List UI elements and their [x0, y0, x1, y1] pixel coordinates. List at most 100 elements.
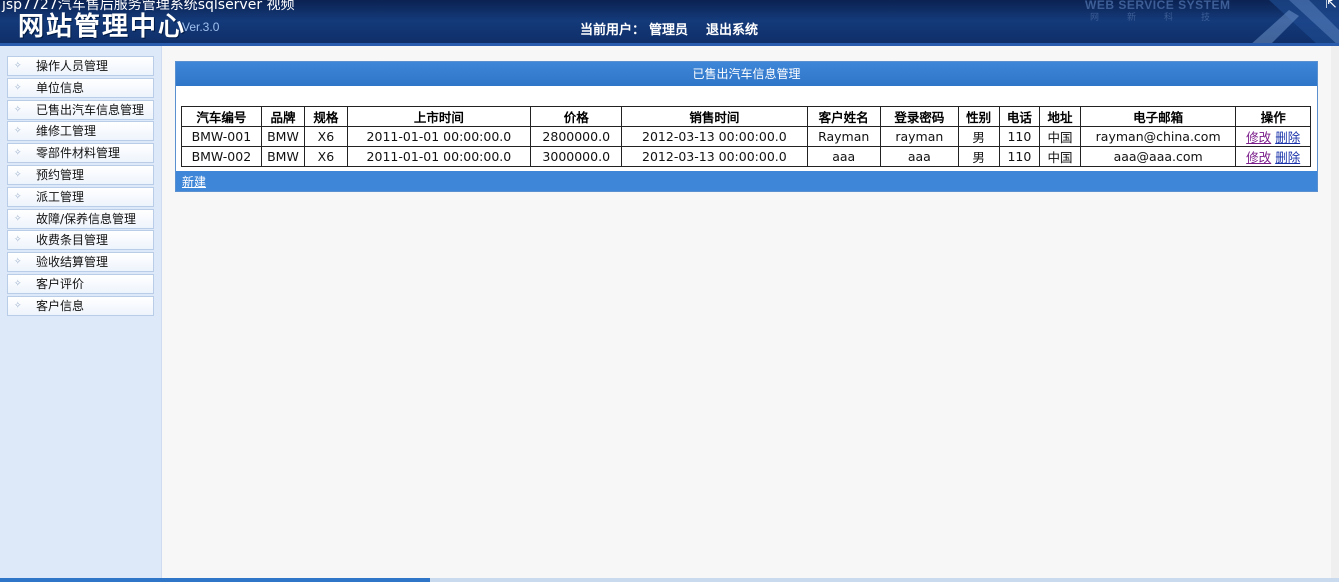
sidebar-item[interactable]: ✧ 收费条目管理: [7, 230, 154, 251]
sidebar-item[interactable]: ✧ 单位信息: [7, 77, 154, 98]
bullet-icon: ✧: [14, 61, 22, 71]
actions-cell: 修改 删除: [1235, 126, 1311, 147]
table-cell: X6: [304, 126, 348, 147]
user-area: 当前用户： 管理员 退出系统: [580, 19, 758, 38]
bullet-icon: ✧: [14, 82, 22, 93]
main-content: 已售出汽车信息管理 汽车编号 品牌 规格 上市时间 价格 销售时间 客户姓名 登录密码 性别 电话…: [175, 61, 1318, 192]
table-cell: aaa: [879, 146, 959, 167]
column-header: 销售时间: [621, 106, 808, 127]
window-resize-icon[interactable]: ⇱: [1325, 0, 1337, 12]
panel-title: 已售出汽车信息管理: [176, 62, 1317, 86]
table-cell: rayman: [879, 126, 959, 147]
table-cell: 男: [957, 126, 1000, 147]
table-cell: 2800000.0: [530, 126, 623, 147]
sidebar-item-label: 操作人员管理: [36, 59, 109, 73]
table-cell: BMW: [260, 146, 306, 167]
sidebar-item[interactable]: ✧ 派工管理: [7, 186, 154, 207]
sidebar-item-label: 客户信息: [36, 298, 85, 313]
column-header: 规格: [304, 106, 348, 127]
sidebar-item-label: 故障/保养信息管理: [36, 211, 137, 226]
table-cell: 2012-03-13 00:00:00.0: [621, 126, 808, 147]
sidebar: ✧ 操作人员管理 ✧ 单位信息 ✧ 已售出汽车信息管理 ✧ 维修工管理 ✧ 零部件材料管理 ✧ 预约管…: [0, 46, 162, 582]
sidebar-item[interactable]: ✧ 已售出汽车信息管理: [7, 99, 154, 120]
version-label: Ver.3.0: [182, 20, 220, 34]
bullet-icon: ✧: [14, 104, 22, 115]
sidebar-item[interactable]: ✧ 客户信息: [7, 295, 154, 316]
table-cell: 3000000.0: [530, 146, 623, 167]
table-cell: aaa@aaa.com: [1079, 146, 1237, 167]
sidebar-item[interactable]: ✧ 验收结算管理: [7, 252, 154, 273]
column-header: 汽车编号: [181, 106, 262, 127]
sidebar-menu: ✧ 操作人员管理 ✧ 单位信息 ✧ 已售出汽车信息管理 ✧ 维修工管理 ✧ 零部件材料管理 ✧ 预约管…: [7, 56, 154, 318]
top-header: jsp7727汽车售后服务管理系统sqlserver 视频 网站管理中心 Ver…: [0, 0, 1339, 46]
sidebar-item-label: 零部件材料管理: [36, 146, 121, 161]
bottom-bar: [0, 578, 1339, 582]
sidebar-item[interactable]: ✧ 预约管理: [7, 164, 154, 185]
table-row: BMW-002 BMW X6 2011-01-01 00:00:00.0 3000000…: [181, 146, 1311, 167]
edit-link[interactable]: 修改: [1246, 130, 1271, 145]
sidebar-item[interactable]: ✧ 维修工管理: [7, 121, 154, 142]
table-cell: BMW-002: [181, 146, 262, 167]
new-record-link[interactable]: 新建: [182, 175, 206, 189]
panel-footer: 新建: [176, 171, 1317, 191]
sidebar-item-label: 客户评价: [36, 276, 85, 291]
header-decoration-icon: [1249, 0, 1339, 46]
edit-link[interactable]: 修改: [1246, 150, 1271, 165]
sidebar-item[interactable]: ✧ 客户评价: [7, 273, 154, 294]
table-cell: 110: [998, 126, 1041, 147]
table-cell: 中国: [1039, 126, 1081, 147]
content-panel: 已售出汽车信息管理 汽车编号 品牌 规格 上市时间 价格 销售时间 客户姓名 登录密码 性别 电话…: [175, 61, 1318, 192]
bullet-icon: ✧: [14, 126, 22, 137]
column-header: 性别: [957, 106, 1000, 127]
sidebar-item-label: 已售出汽车信息管理: [36, 102, 145, 117]
sidebar-item[interactable]: ✧ 零部件材料管理: [7, 143, 154, 164]
actions-cell: 修改 删除: [1235, 146, 1311, 167]
table-cell: 110: [998, 146, 1041, 167]
bullet-icon: ✧: [14, 213, 22, 224]
table-cell: 2011-01-01 00:00:00.0: [346, 146, 532, 167]
table-cell: 2012-03-13 00:00:00.0: [621, 146, 808, 167]
car-table: 汽车编号 品牌 规格 上市时间 价格 销售时间 客户姓名 登录密码 性别 电话 地址 电子邮箱 操作 B…: [181, 106, 1311, 167]
table-cell: BMW-001: [181, 126, 262, 147]
ws-subtitle: 网新科技: [1090, 13, 1239, 23]
sidebar-item-label: 收费条目管理: [36, 233, 109, 248]
table-cell: aaa: [806, 146, 881, 167]
sidebar-item-label: 单位信息: [36, 80, 85, 95]
column-header: 电话: [998, 106, 1041, 127]
bullet-icon: ✧: [14, 148, 22, 159]
column-header: 操作: [1235, 106, 1311, 127]
column-header: 客户姓名: [806, 106, 881, 127]
current-user-label: 当前用户：: [580, 23, 646, 38]
delete-link[interactable]: 删除: [1275, 150, 1300, 165]
column-header: 登录密码: [879, 106, 959, 127]
table-cell: X6: [304, 146, 348, 167]
sidebar-item-label: 预约管理: [36, 167, 85, 182]
table-row: BMW-001 BMW X6 2011-01-01 00:00:00.0 2800000…: [181, 126, 1311, 147]
site-logo: 网站管理中心: [18, 12, 187, 42]
table-header-row: 汽车编号 品牌 规格 上市时间 价格 销售时间 客户姓名 登录密码 性别 电话 地址 电子邮箱 操作: [181, 106, 1311, 127]
table-cell: 中国: [1039, 146, 1081, 167]
delete-link[interactable]: 删除: [1275, 130, 1300, 145]
bullet-icon: ✧: [14, 169, 22, 180]
bullet-icon: ✧: [14, 235, 22, 246]
sidebar-item[interactable]: ✧ 故障/保养信息管理: [7, 208, 154, 229]
sidebar-item-label: 维修工管理: [36, 124, 97, 139]
column-header: 电子邮箱: [1079, 106, 1237, 127]
column-header: 地址: [1039, 106, 1081, 127]
bullet-icon: ✧: [14, 191, 22, 202]
column-header: 品牌: [260, 106, 306, 127]
table-body: BMW-001 BMW X6 2011-01-01 00:00:00.0 2800000…: [181, 126, 1311, 167]
sidebar-item[interactable]: ✧ 操作人员管理: [7, 56, 154, 76]
bullet-icon: ✧: [14, 278, 22, 289]
logout-link[interactable]: 退出系统: [706, 23, 758, 38]
sidebar-item-label: 验收结算管理: [36, 255, 109, 270]
table-cell: Rayman: [806, 126, 881, 147]
table-wrapper: 汽车编号 品牌 规格 上市时间 价格 销售时间 客户姓名 登录密码 性别 电话 地址 电子邮箱 操作 B…: [176, 86, 1317, 171]
scrollbar[interactable]: [1331, 46, 1339, 578]
bullet-icon: ✧: [14, 300, 22, 311]
current-user-name: 管理员: [649, 23, 689, 38]
sidebar-item-label: 派工管理: [36, 189, 85, 204]
bullet-icon: ✧: [14, 257, 22, 268]
column-header: 上市时间: [346, 106, 532, 127]
table-cell: rayman@china.com: [1079, 126, 1237, 147]
